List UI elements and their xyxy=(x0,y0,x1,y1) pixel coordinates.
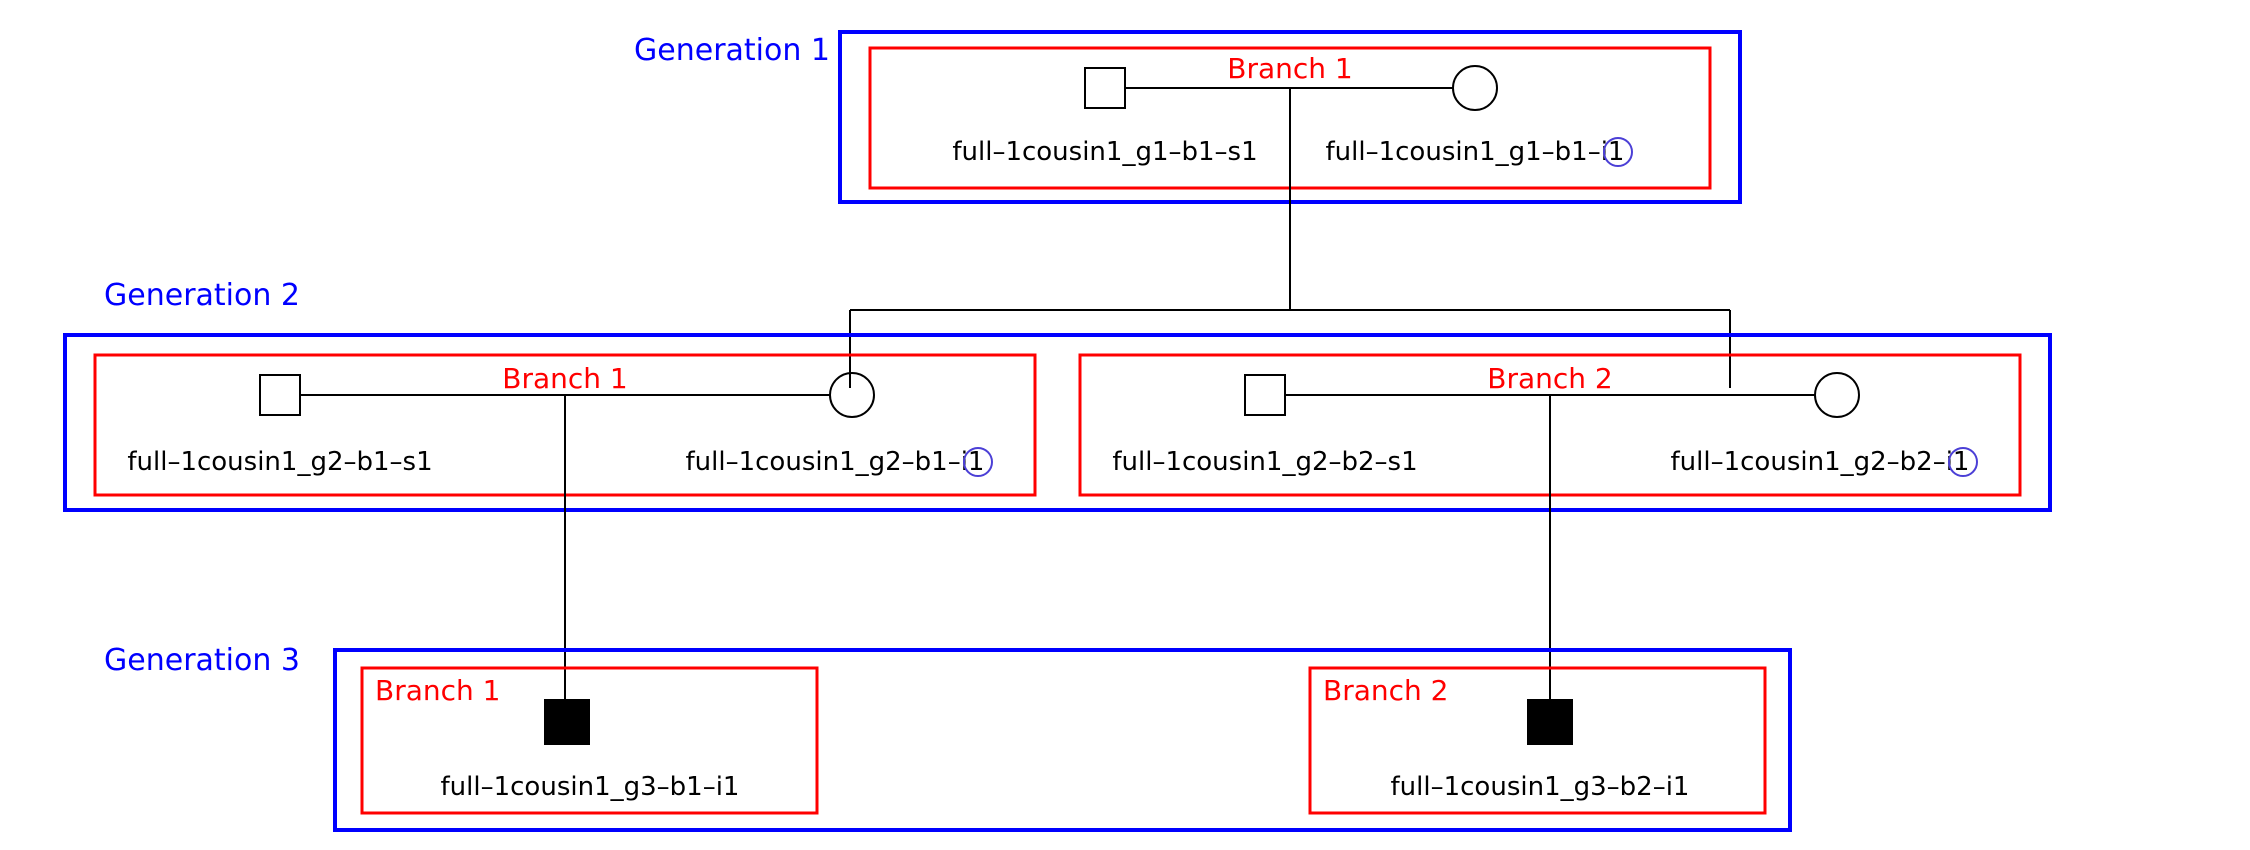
generation-3-label: Generation 3 xyxy=(104,643,300,678)
male-affected-symbol-icon xyxy=(545,700,589,744)
individual-label: full–1cousin1_g3–b1–i1 xyxy=(441,772,740,802)
generation-1-label: Generation 1 xyxy=(634,33,830,68)
g3-branch-2-label: Branch 2 xyxy=(1323,674,1448,707)
generation-2-box xyxy=(65,335,2050,510)
g2-branch-2-label: Branch 2 xyxy=(1487,362,1612,395)
male-symbol-icon xyxy=(1245,375,1285,415)
female-symbol-icon xyxy=(830,373,874,417)
g3-branch-1-label: Branch 1 xyxy=(375,674,500,707)
individual-label: full–1cousin1_g2–b2–s1 xyxy=(1112,447,1417,477)
individual-label: full–1cousin1_g2–b1–s1 xyxy=(127,447,432,477)
individual-label: full–1cousin1_g3–b2–i1 xyxy=(1391,772,1690,802)
male-symbol-icon xyxy=(1085,68,1125,108)
individual-label: full–1cousin1_g1–b1–s1 xyxy=(952,137,1257,167)
individual-label: full–1cousin1_g1–b1–i1 xyxy=(1326,137,1625,167)
male-affected-symbol-icon xyxy=(1528,700,1572,744)
g1-branch-1-label: Branch 1 xyxy=(1227,52,1352,85)
individual-label: full–1cousin1_g2–b2–i1 xyxy=(1671,447,1970,477)
g2-branch-1-label: Branch 1 xyxy=(502,362,627,395)
pedigree-diagram: Generation 1 Branch 1 full–1cousin1_g1–b… xyxy=(0,0,2250,850)
individual-label: full–1cousin1_g2–b1–i1 xyxy=(686,447,985,477)
female-symbol-icon xyxy=(1453,66,1497,110)
male-symbol-icon xyxy=(260,375,300,415)
female-symbol-icon xyxy=(1815,373,1859,417)
generation-2-label: Generation 2 xyxy=(104,278,300,313)
